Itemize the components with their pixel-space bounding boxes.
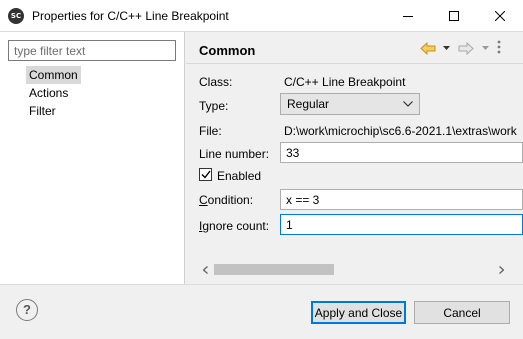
page-header: Common: [186, 32, 523, 64]
chevron-down-icon: [443, 46, 450, 50]
class-value: C/C++ Line Breakpoint: [284, 75, 406, 89]
nav-item-actions[interactable]: Actions: [26, 84, 81, 102]
enabled-checkbox[interactable]: [199, 168, 212, 181]
condition-field[interactable]: [280, 189, 523, 210]
chevron-down-icon: [482, 46, 489, 50]
checkmark-icon: [201, 170, 211, 179]
close-icon: [495, 10, 505, 21]
nav-item-filter[interactable]: Filter: [26, 102, 81, 120]
filter-input[interactable]: [8, 40, 176, 61]
file-value: D:\work\microchip\sc6.6-2021.1\extras\wo…: [284, 124, 517, 138]
help-icon: ?: [23, 302, 31, 317]
back-button[interactable]: [420, 41, 436, 55]
type-select-value: Regular: [287, 97, 330, 111]
condition-label-mnemonic: C: [199, 193, 208, 207]
ignore-count-label-text: gnore count:: [202, 219, 270, 233]
scroll-right-icon[interactable]: [499, 266, 504, 274]
dialog-footer: ? Apply and Close Cancel: [0, 284, 523, 339]
page-title: Common: [199, 43, 256, 58]
minimize-button[interactable]: [385, 0, 431, 31]
ignore-count-label: Ignore count:: [199, 219, 269, 233]
vertical-dots-icon: [497, 40, 501, 54]
enabled-label: Enabled: [217, 169, 262, 183]
nav-list: Common Actions Filter: [26, 66, 81, 120]
type-select[interactable]: Regular: [280, 93, 420, 115]
close-button[interactable]: [477, 0, 523, 31]
app-icon: SC: [8, 8, 24, 24]
title-bar: SC Properties for C/C++ Line Breakpoint: [0, 0, 523, 31]
property-page: Common Class: C/C++ Line Breakpoint Type…: [186, 32, 523, 285]
ignore-count-field[interactable]: [280, 214, 523, 235]
type-label: Type:: [199, 99, 229, 113]
forward-history-dropdown[interactable]: [482, 41, 489, 55]
forward-arrow-icon: [458, 41, 474, 55]
apply-and-close-button[interactable]: Apply and Close: [311, 301, 406, 324]
view-menu-button[interactable]: [497, 40, 501, 54]
scroll-left-icon[interactable]: [203, 266, 208, 274]
navigation-pane: Common Actions Filter: [0, 32, 185, 285]
back-history-dropdown[interactable]: [443, 41, 450, 55]
window-title: Properties for C/C++ Line Breakpoint: [32, 9, 229, 23]
dialog-body: Common Actions Filter Common Cla: [0, 31, 523, 285]
condition-label: Condition:: [199, 193, 253, 207]
condition-label-text: ondition:: [207, 193, 254, 207]
cancel-button[interactable]: Cancel: [414, 301, 510, 324]
back-arrow-icon: [420, 41, 436, 55]
help-button[interactable]: ?: [16, 299, 38, 321]
line-number-field[interactable]: [280, 142, 523, 163]
forward-button[interactable]: [458, 41, 474, 55]
maximize-button[interactable]: [431, 0, 477, 31]
scroll-thumb[interactable]: [214, 264, 334, 275]
file-label: File:: [199, 124, 222, 138]
nav-item-common[interactable]: Common: [26, 66, 81, 84]
horizontal-scrollbar[interactable]: [186, 261, 523, 278]
minimize-icon: [403, 15, 413, 17]
class-label: Class:: [199, 75, 233, 89]
maximize-icon: [449, 10, 459, 21]
chevron-down-icon: [403, 101, 413, 107]
line-number-label: Line number:: [199, 147, 270, 161]
